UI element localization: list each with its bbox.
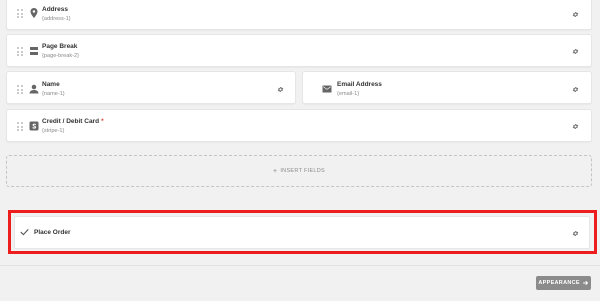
field-card-address[interactable]: Address {address-1}: [6, 0, 592, 30]
footer-divider: [0, 265, 600, 266]
drag-handle-icon[interactable]: [17, 122, 23, 131]
gear-icon[interactable]: [572, 11, 579, 18]
field-card-email[interactable]: Email Address {email-1}: [302, 71, 592, 104]
field-title: Email Address: [337, 81, 382, 88]
field-slug: {address-1}: [42, 16, 71, 22]
stripe-icon: [29, 121, 39, 131]
location-pin-icon: [30, 8, 38, 18]
gear-icon[interactable]: [572, 86, 579, 93]
appearance-label: APPEARANCE: [538, 280, 580, 286]
field-card-name[interactable]: Name {name-1}: [6, 71, 296, 104]
appearance-button[interactable]: APPEARANCE ➔: [536, 276, 591, 290]
field-title: Address: [42, 6, 69, 13]
user-icon: [29, 84, 39, 94]
field-slug: {email-1}: [337, 91, 360, 97]
drag-handle-icon[interactable]: [17, 47, 23, 56]
field-title: Name: [42, 81, 60, 88]
field-slug: {name-1}: [42, 91, 65, 97]
insert-fields-label: INSERT FIELDS: [280, 168, 326, 174]
drag-handle-icon[interactable]: [17, 9, 23, 18]
field-slug: {page-break-2}: [42, 53, 80, 59]
field-title-text: Credit / Debit Card: [42, 118, 100, 125]
submit-label: Place Order: [34, 229, 71, 236]
gear-icon[interactable]: [277, 86, 284, 93]
field-card-stripe[interactable]: Credit / Debit Card * {stripe-1}: [6, 109, 592, 142]
required-asterisk: *: [101, 118, 104, 125]
checkmark-icon: [20, 228, 29, 236]
drag-handle-icon[interactable]: [17, 85, 23, 94]
gear-icon[interactable]: [572, 123, 579, 130]
field-card-page-break[interactable]: Page Break {page-break-2}: [6, 34, 592, 67]
insert-fields-button[interactable]: + INSERT FIELDS: [6, 155, 592, 187]
submit-button-card[interactable]: Place Order: [14, 216, 590, 249]
envelope-icon: [322, 85, 332, 93]
field-title: Page Break: [42, 43, 78, 50]
field-slug: {stripe-1}: [42, 128, 65, 134]
gear-icon[interactable]: [572, 230, 579, 237]
page-break-icon: [30, 47, 38, 55]
plus-icon: +: [272, 167, 278, 175]
field-title: Credit / Debit Card *: [42, 118, 104, 125]
gear-icon[interactable]: [572, 48, 579, 55]
arrow-right-icon: ➔: [582, 280, 589, 287]
